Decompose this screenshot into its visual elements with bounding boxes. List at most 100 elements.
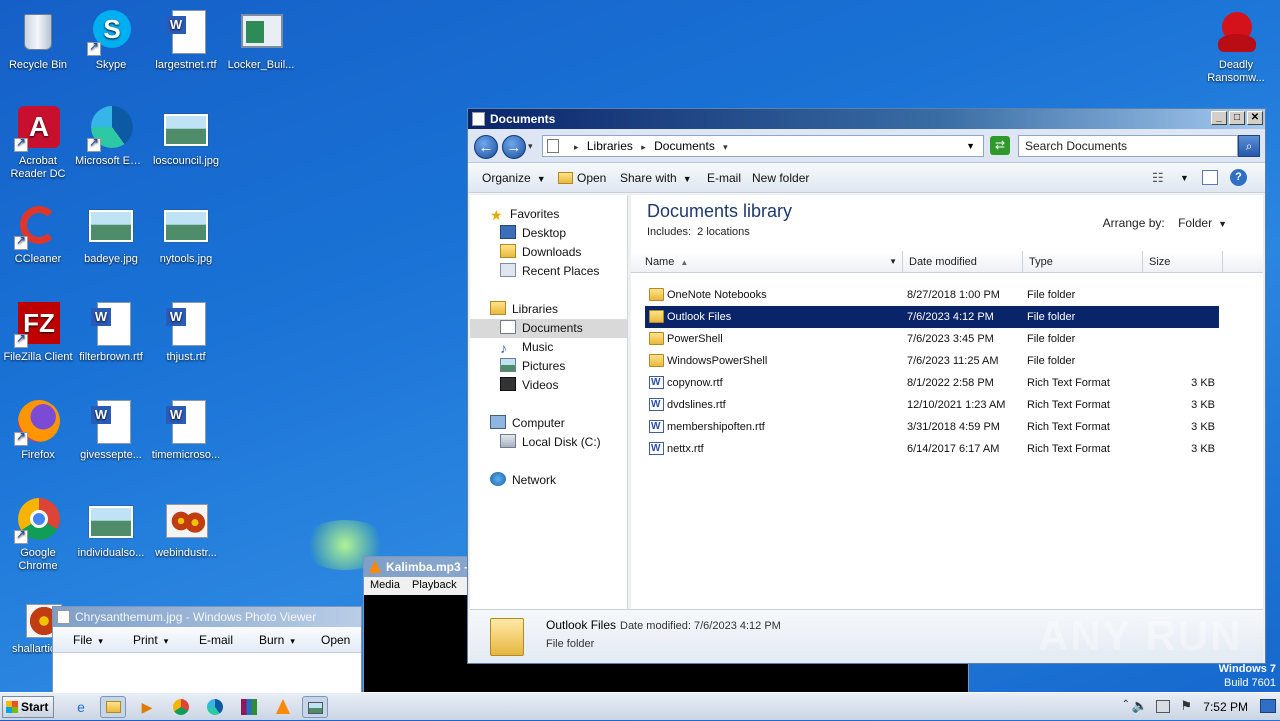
- includes-locations-link[interactable]: 2 locations: [697, 226, 750, 238]
- open-button[interactable]: Open: [558, 163, 606, 193]
- photo-viewer-titlebar[interactable]: Chrysanthemum.jpg - Windows Photo Viewer: [53, 607, 361, 627]
- preview-pane-icon[interactable]: [1202, 170, 1218, 185]
- nav-videos[interactable]: Videos: [500, 376, 558, 395]
- desktop-icon-chrome[interactable]: Google Chrome: [0, 496, 76, 573]
- close-button[interactable]: ✕: [1247, 111, 1263, 125]
- desktop-icon-webindustr[interactable]: webindustr...: [148, 496, 224, 560]
- desktop-icon-filezilla[interactable]: FZ FileZilla Client: [0, 300, 76, 364]
- nav-network[interactable]: Network: [490, 471, 556, 490]
- desktop-icon-largestnet[interactable]: W largestnet.rtf: [148, 8, 224, 72]
- column-size[interactable]: Size: [1143, 251, 1223, 273]
- search-input[interactable]: Search Documents: [1018, 135, 1238, 157]
- desktop-icon-skype[interactable]: S Skype: [73, 8, 149, 72]
- pv-menu-burn[interactable]: Burn ▾: [259, 633, 295, 647]
- desktop-icon-badeye[interactable]: badeye.jpg: [73, 202, 149, 266]
- arrange-by: Arrange by: Folder ▼: [1102, 216, 1227, 230]
- taskbar-clock[interactable]: 7:52 PM: [1203, 693, 1248, 721]
- vlc-menu-playback[interactable]: Playback: [412, 579, 457, 591]
- taskbar-ie-icon[interactable]: e: [68, 696, 94, 718]
- show-desktop-icon[interactable]: [1260, 699, 1276, 713]
- file-row[interactable]: WindowsPowerShell 7/6/2023 11:25 AM File f…: [645, 350, 1219, 372]
- nav-computer[interactable]: Computer: [490, 414, 565, 433]
- vlc-menu-media[interactable]: Media: [370, 579, 400, 591]
- desktop-icon-individualso[interactable]: individualso...: [73, 496, 149, 560]
- desktop-icon-nytools[interactable]: nytools.jpg: [148, 202, 224, 266]
- maximize-button[interactable]: □: [1229, 111, 1245, 125]
- desktop-icon-givessepte[interactable]: W givessepte...: [73, 398, 149, 462]
- file-row[interactable]: Outlook Files 7/6/2023 4:12 PM File folder: [645, 306, 1219, 328]
- nav-libraries[interactable]: Libraries: [490, 300, 558, 319]
- open-folder-icon: [558, 172, 573, 184]
- file-row[interactable]: OneNote Notebooks 8/27/2018 1:00 PM File f…: [645, 284, 1219, 306]
- volume-icon[interactable]: 🔈: [1132, 698, 1148, 714]
- explorer-window[interactable]: Documents _ □ ✕ ← → ▾ ▸ Libraries ▸ Docu…: [467, 108, 1266, 664]
- minimize-button[interactable]: _: [1211, 111, 1227, 125]
- pv-menu-email[interactable]: E-mail: [199, 633, 233, 647]
- desktop-icon-ccleaner[interactable]: CCleaner: [0, 202, 76, 266]
- desktop-icon-deadly-ransomware[interactable]: Deadly Ransomw...: [1198, 8, 1274, 85]
- desktop-icon-firefox[interactable]: Firefox: [0, 398, 76, 462]
- pv-menu-file[interactable]: File ▾: [73, 633, 103, 647]
- tray-expand-icon[interactable]: ⌃: [1122, 699, 1130, 710]
- address-dropdown-icon[interactable]: ▼: [966, 136, 975, 156]
- nav-local-disk[interactable]: Local Disk (C:): [500, 433, 601, 452]
- column-date-modified[interactable]: Date modified: [903, 251, 1023, 273]
- nav-pictures[interactable]: Pictures: [500, 357, 565, 376]
- search-icon[interactable]: ⌕: [1238, 135, 1260, 157]
- forward-button[interactable]: →: [502, 135, 526, 159]
- network-tray-icon[interactable]: [1156, 700, 1170, 713]
- column-name[interactable]: Name ▲ ▼: [639, 251, 903, 273]
- desktop-icon-edge[interactable]: Microsoft Edge: [73, 104, 149, 168]
- column-name-filter-icon[interactable]: ▼: [889, 251, 897, 273]
- taskbar-vlc-icon[interactable]: [270, 696, 296, 718]
- nav-downloads[interactable]: Downloads: [500, 243, 581, 262]
- pv-menu-open[interactable]: Open: [321, 633, 350, 647]
- nav-favorites[interactable]: ★ Favorites: [490, 205, 559, 224]
- taskbar-edge-icon[interactable]: [202, 696, 228, 718]
- nav-recent-places[interactable]: Recent Places: [500, 262, 599, 281]
- share-with-button[interactable]: Share with ▼: [620, 163, 692, 193]
- taskbar-explorer-icon[interactable]: [100, 696, 126, 718]
- start-button[interactable]: Start: [2, 696, 54, 718]
- pv-menu-print[interactable]: Print ▾: [133, 633, 168, 647]
- nav-music[interactable]: ♪ Music: [500, 338, 553, 357]
- taskbar-winrar-icon[interactable]: [236, 696, 262, 718]
- file-name: Outlook Files: [667, 311, 732, 323]
- desktop-icon-locker-builder[interactable]: Locker_Buil...: [223, 8, 299, 72]
- view-options-icon[interactable]: ☷: [1152, 163, 1164, 193]
- file-row[interactable]: PowerShell 7/6/2023 3:45 PM File folder: [645, 328, 1219, 350]
- file-row[interactable]: dvdslines.rtf 12/10/2021 1:23 AM Rich Text…: [645, 394, 1219, 416]
- desktop-icon-thjust[interactable]: W thjust.rtf: [148, 300, 224, 364]
- desktop-icon-recycle-bin[interactable]: Recycle Bin: [0, 8, 76, 72]
- explorer-titlebar[interactable]: Documents _ □ ✕: [468, 109, 1265, 129]
- breadcrumb-libraries[interactable]: Libraries: [587, 139, 633, 153]
- taskbar-photo-viewer-icon[interactable]: [302, 696, 328, 718]
- nav-desktop[interactable]: Desktop: [500, 224, 566, 243]
- desktop-icon-loscouncil[interactable]: loscouncil.jpg: [148, 104, 224, 168]
- photo-viewer-window[interactable]: Chrysanthemum.jpg - Windows Photo Viewer…: [52, 606, 362, 696]
- back-button[interactable]: ←: [474, 135, 498, 159]
- email-button[interactable]: E-mail: [707, 163, 741, 193]
- new-folder-button[interactable]: New folder: [752, 163, 809, 193]
- file-row[interactable]: nettx.rtf 6/14/2017 6:17 AM Rich Text Form…: [645, 438, 1219, 460]
- column-type[interactable]: Type: [1023, 251, 1143, 273]
- skype-icon: S: [87, 8, 135, 56]
- action-center-flag-icon[interactable]: ⚑: [1180, 698, 1192, 714]
- view-dropdown-icon[interactable]: ▼: [1180, 163, 1189, 193]
- desktop-icon-filterbrown[interactable]: W filterbrown.rtf: [73, 300, 149, 364]
- taskbar-chrome-icon[interactable]: [168, 696, 194, 718]
- breadcrumb-documents[interactable]: Documents: [654, 139, 715, 153]
- recent-pages-chevron-icon[interactable]: ▾: [528, 141, 533, 152]
- help-icon[interactable]: ?: [1230, 169, 1247, 186]
- taskbar-media-player-icon[interactable]: ▶: [134, 696, 160, 718]
- organize-button[interactable]: Organize ▼: [482, 163, 546, 193]
- file-date-modified: 8/1/2022 2:58 PM: [907, 377, 994, 389]
- refresh-icon[interactable]: ⇄: [990, 136, 1010, 155]
- address-bar[interactable]: ▸ Libraries ▸ Documents ▾ ▼: [542, 135, 984, 157]
- desktop-icon-acrobat[interactable]: A Acrobat Reader DC: [0, 104, 76, 181]
- file-row[interactable]: copynow.rtf 8/1/2022 2:58 PM Rich Text For…: [645, 372, 1219, 394]
- nav-documents[interactable]: Documents: [470, 319, 627, 338]
- desktop-icon-timemicroso[interactable]: W timemicroso...: [148, 398, 224, 462]
- file-row[interactable]: membershipoften.rtf 3/31/2018 4:59 PM Rich…: [645, 416, 1219, 438]
- arrange-by-dropdown[interactable]: Folder ▼: [1178, 216, 1227, 230]
